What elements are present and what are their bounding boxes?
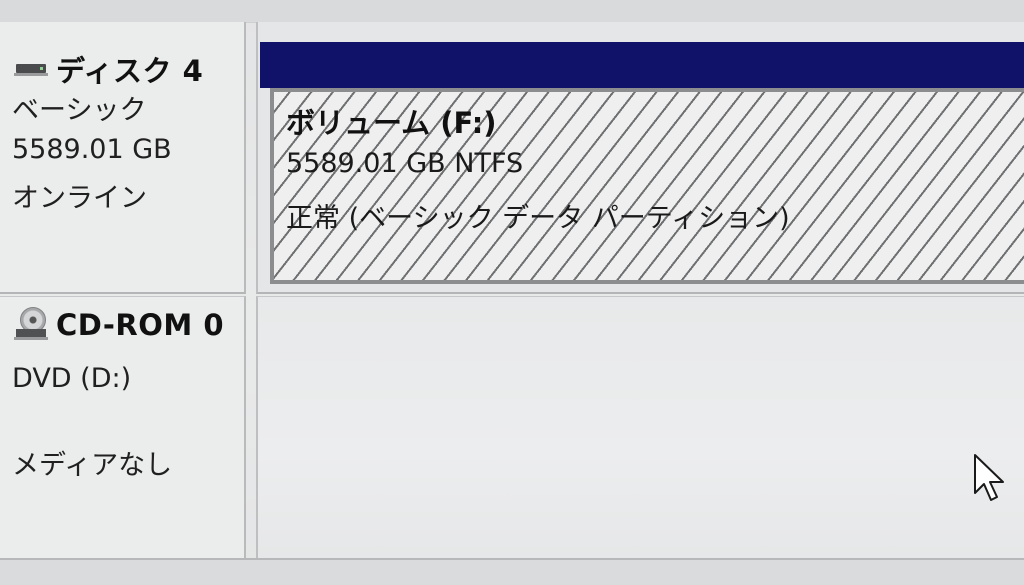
volume-f-partition[interactable]: ボリューム (F:) 5589.01 GB NTFS 正常 (ベーシック データ… [270, 88, 1024, 284]
disk-management-view: ディスク 4 ベーシック 5589.01 GB オンライン ボリューム (F:)… [0, 0, 1024, 585]
cdrom-title: CD-ROM 0 [56, 308, 225, 342]
volume-header-bar [260, 42, 1024, 88]
bottom-divider [0, 558, 1024, 585]
hard-disk-icon [14, 60, 50, 78]
cd-drive-icon [14, 307, 48, 343]
cdrom-status: メディアなし [12, 450, 173, 481]
disk-label-pane[interactable]: ディスク 4 ベーシック 5589.01 GB オンライン [0, 22, 246, 294]
disk-title: ディスク 4 [56, 54, 204, 88]
disk-heading: ディスク 4 [14, 48, 203, 90]
top-divider [0, 0, 1024, 23]
disk-row-disk4[interactable]: ディスク 4 ベーシック 5589.01 GB オンライン ボリューム (F:)… [0, 22, 1024, 294]
cdrom-label-pane[interactable]: CD-ROM 0 DVD (D:) メディアなし [0, 296, 246, 558]
mouse-cursor-icon [974, 454, 1004, 501]
disk-partition-area: ボリューム (F:) 5589.01 GB NTFS 正常 (ベーシック データ… [256, 22, 1024, 294]
cdrom-content-area[interactable] [256, 296, 1024, 558]
disk-row-cdrom0[interactable]: CD-ROM 0 DVD (D:) メディアなし [0, 296, 1024, 558]
volume-status: 正常 (ベーシック データ パーティション) [286, 203, 790, 234]
disk-status: オンライン [12, 183, 147, 214]
cdrom-drive: DVD (D:) [12, 363, 132, 394]
volume-name: ボリューム (F:) [286, 106, 497, 140]
disk-type: ベーシック [12, 95, 147, 126]
cdrom-heading: CD-ROM 0 [14, 307, 224, 343]
disk-size: 5589.01 GB [12, 134, 172, 165]
volume-size-fs: 5589.01 GB NTFS [286, 148, 524, 179]
